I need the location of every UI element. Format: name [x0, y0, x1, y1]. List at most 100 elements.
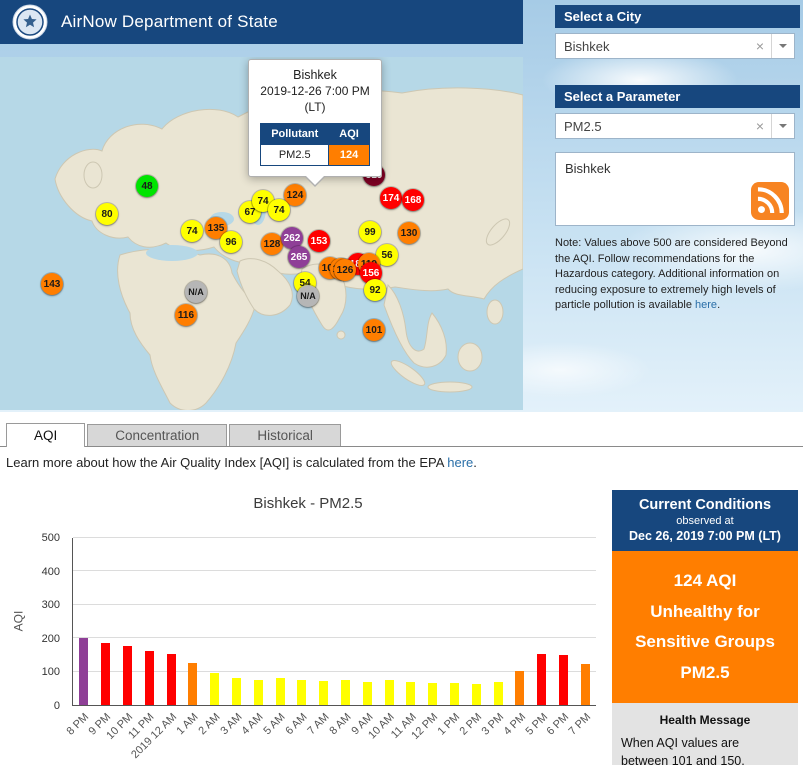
bar-slot — [73, 538, 95, 705]
aqi-marker[interactable]: 74 — [268, 199, 290, 221]
bar-slot — [269, 538, 291, 705]
app-header: AirNow Department of State — [0, 0, 523, 44]
chart-bar[interactable] — [276, 678, 285, 705]
chart-bar[interactable] — [319, 681, 328, 705]
x-slot: 1 AM — [181, 708, 203, 765]
chart-bar[interactable] — [123, 646, 132, 705]
parameter-select[interactable]: PM2.5 × — [555, 113, 795, 139]
popup-col-pollutant: Pollutant — [261, 124, 329, 145]
bar-slot — [444, 538, 466, 705]
bar-slot — [138, 538, 160, 705]
app-title: AirNow Department of State — [61, 12, 278, 32]
parameter-select-value: PM2.5 — [556, 119, 749, 134]
rss-icon[interactable] — [751, 182, 789, 220]
chart-bar[interactable] — [559, 655, 568, 705]
cc-pollutant: PM2.5 — [618, 658, 792, 689]
cc-subtitle: observed at — [616, 515, 794, 527]
x-slot: 5 AM — [268, 708, 290, 765]
popup-datetime: 2019-12-26 7:00 PM (LT) — [254, 84, 376, 115]
aqi-marker[interactable]: N/A — [185, 281, 207, 303]
aqi-marker[interactable]: 74 — [181, 220, 203, 242]
chart-bar[interactable] — [101, 643, 110, 705]
aqi-marker[interactable]: 153 — [308, 230, 330, 252]
cc-aqi-value: 124 AQI — [618, 566, 792, 597]
chart-bar[interactable] — [210, 673, 219, 705]
aqi-marker[interactable]: 48 — [136, 175, 158, 197]
bar-slot — [574, 538, 596, 705]
current-conditions-header: Current Conditions observed at Dec 26, 2… — [612, 490, 798, 551]
health-message-title: Health Message — [621, 713, 789, 727]
chart-bar[interactable] — [188, 663, 197, 705]
aqi-marker[interactable]: 130 — [398, 222, 420, 244]
tab-historical[interactable]: Historical — [229, 424, 341, 446]
bar-slot — [465, 538, 487, 705]
x-slot: 2019 12 AM — [159, 708, 181, 765]
parameter-clear-icon[interactable]: × — [749, 118, 771, 134]
aqi-marker[interactable]: 96 — [220, 231, 242, 253]
aqi-marker[interactable]: 99 — [359, 221, 381, 243]
sidebar: Select a City Bishkek × Select a Paramet… — [555, 5, 800, 335]
bar-slot — [160, 538, 182, 705]
aqi-marker[interactable]: 265 — [288, 246, 310, 268]
bar-slot — [335, 538, 357, 705]
popup-aqi-value: 124 — [329, 145, 370, 166]
aqi-marker[interactable]: 80 — [96, 203, 118, 225]
chart-bar[interactable] — [145, 651, 154, 705]
chart-bar[interactable] — [581, 664, 590, 705]
health-message-box: Health Message When AQI values are betwe… — [612, 703, 798, 765]
chart-bar[interactable] — [297, 680, 306, 705]
map-popup: Bishkek 2019-12-26 7:00 PM (LT) Pollutan… — [248, 59, 382, 177]
aqi-marker[interactable]: N/A — [297, 285, 319, 307]
epa-link[interactable]: here — [447, 455, 473, 470]
chart-xlabels: 8 PM9 PM10 PM11 PM2019 12 AM1 AM2 AM3 AM… — [72, 708, 596, 765]
note-link[interactable]: here — [695, 299, 717, 311]
map-canvas[interactable]: 4880143741359667741247412826215326531917… — [0, 57, 523, 410]
y-tick-label: 0 — [54, 700, 60, 712]
tab-aqi[interactable]: AQI — [6, 423, 85, 447]
city-dropdown-caret-icon[interactable] — [771, 34, 794, 58]
cc-title: Current Conditions — [616, 497, 794, 513]
bar-slot — [182, 538, 204, 705]
x-slot: 5 PM — [530, 708, 552, 765]
chart-bar[interactable] — [385, 680, 394, 705]
city-clear-icon[interactable]: × — [749, 38, 771, 54]
aqi-marker[interactable]: 128 — [261, 233, 283, 255]
x-slot: 7 PM — [574, 708, 596, 765]
bar-slot — [117, 538, 139, 705]
aqi-marker[interactable]: 126 — [334, 259, 356, 281]
aqi-summary-box: 124 AQI Unhealthy for Sensitive Groups P… — [612, 551, 798, 703]
bar-slot — [509, 538, 531, 705]
chart-bar[interactable] — [537, 654, 546, 705]
tab-concentration[interactable]: Concentration — [87, 424, 227, 446]
aqi-marker[interactable]: 168 — [402, 189, 424, 211]
chart-bar[interactable] — [515, 671, 524, 705]
x-tick-label: 8 PM — [65, 711, 92, 738]
x-slot: 1 PM — [443, 708, 465, 765]
chart-bar[interactable] — [341, 680, 350, 705]
chart-bar[interactable] — [254, 680, 263, 705]
chart-bar[interactable] — [167, 654, 176, 705]
bar-slot — [291, 538, 313, 705]
health-message-text: When AQI values are between 101 and 150,… — [621, 735, 789, 765]
parameter-dropdown-caret-icon[interactable] — [771, 114, 794, 138]
chart-bar[interactable] — [428, 683, 437, 705]
chart-bar[interactable] — [363, 682, 372, 705]
aqi-marker[interactable]: 92 — [364, 279, 386, 301]
chart-bar[interactable] — [232, 678, 241, 705]
bar-slot — [247, 538, 269, 705]
aqi-marker[interactable]: 116 — [175, 304, 197, 326]
aqi-marker[interactable]: 174 — [380, 187, 402, 209]
chart-bar[interactable] — [472, 684, 481, 705]
chart-bar[interactable] — [79, 638, 88, 705]
aqi-marker[interactable]: 143 — [41, 273, 63, 295]
select-parameter-header: Select a Parameter — [555, 85, 800, 108]
chart-bar[interactable] — [494, 682, 503, 705]
aqi-bar-chart: Bishkek - PM2.5 AQI 0100200300400500 8 P… — [8, 486, 608, 765]
bar-slot — [226, 538, 248, 705]
chart-bar[interactable] — [450, 683, 459, 705]
chart-bar[interactable] — [406, 682, 415, 705]
aqi-marker[interactable]: 101 — [363, 319, 385, 341]
feed-box: Bishkek — [555, 152, 795, 226]
bar-slot — [378, 538, 400, 705]
city-select[interactable]: Bishkek × — [555, 33, 795, 59]
